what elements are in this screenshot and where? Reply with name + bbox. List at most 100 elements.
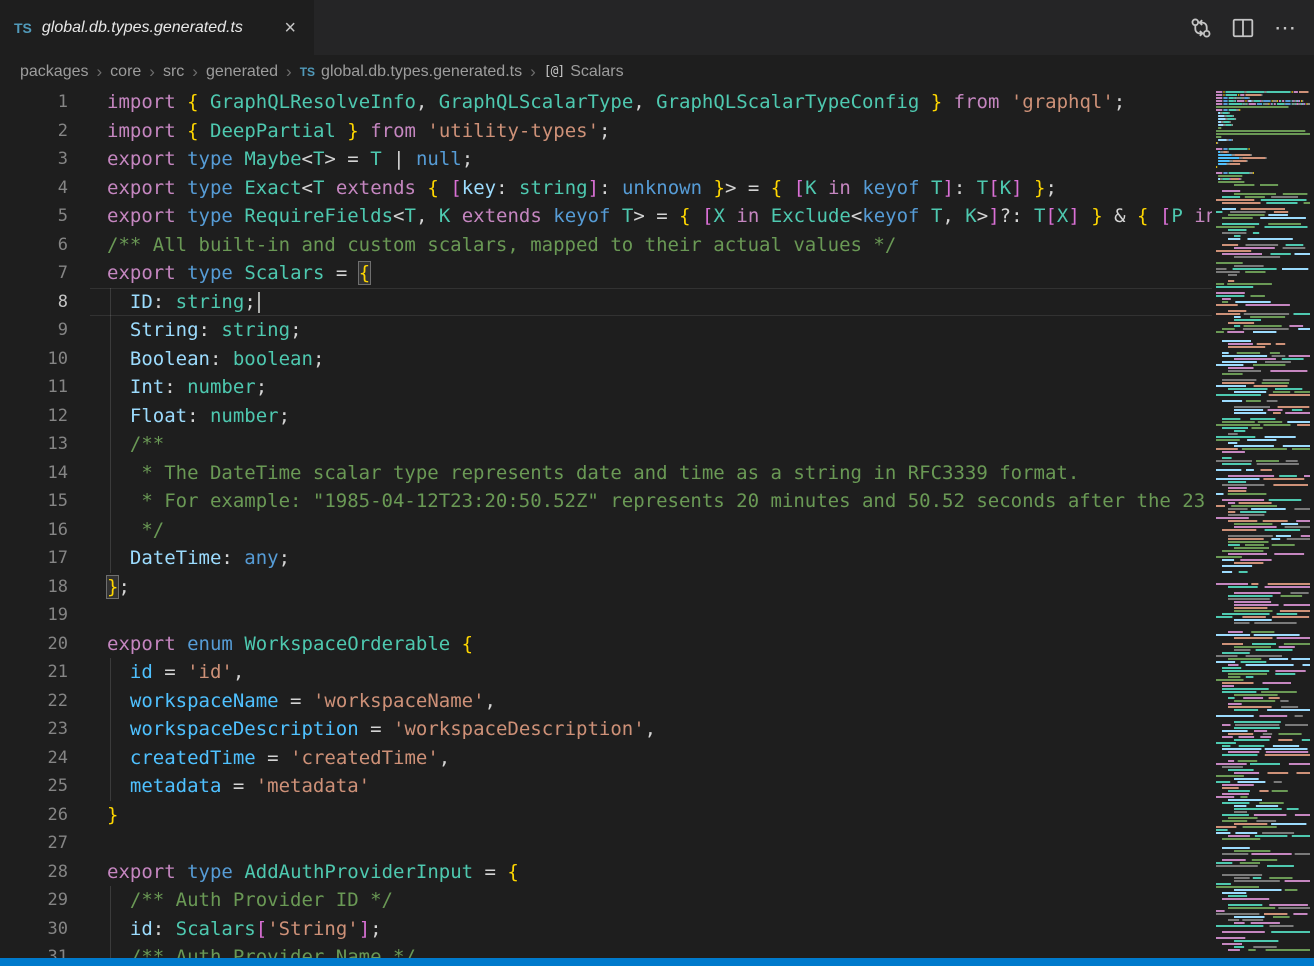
line-number[interactable]: 9 bbox=[0, 316, 90, 345]
line-number[interactable]: 27 bbox=[0, 829, 90, 858]
code-line-13[interactable]: 13 /** bbox=[0, 430, 1212, 459]
code-text: metadata = 'metadata' bbox=[90, 772, 1212, 801]
line-number[interactable]: 16 bbox=[0, 516, 90, 545]
code-text: export type Exact<T extends { [key: stri… bbox=[90, 174, 1212, 203]
code-text: }; bbox=[90, 573, 1212, 602]
line-number[interactable]: 6 bbox=[0, 231, 90, 260]
breadcrumb-label: packages bbox=[20, 63, 89, 81]
code-line-19[interactable]: 19 bbox=[0, 601, 1212, 630]
line-number[interactable]: 11 bbox=[0, 373, 90, 402]
code-line-29[interactable]: 29 /** Auth Provider ID */ bbox=[0, 886, 1212, 915]
code-line-2[interactable]: 2import { DeepPartial } from 'utility-ty… bbox=[0, 117, 1212, 146]
code-line-27[interactable]: 27 bbox=[0, 829, 1212, 858]
code-line-14[interactable]: 14 * The DateTime scalar type represents… bbox=[0, 459, 1212, 488]
symbol-type-icon: [@] bbox=[544, 64, 564, 79]
breadcrumb-separator: › bbox=[97, 62, 103, 82]
line-number[interactable]: 29 bbox=[0, 886, 90, 915]
code-text: id = 'id', bbox=[90, 658, 1212, 687]
code-line-28[interactable]: 28export type AddAuthProviderInput = { bbox=[0, 858, 1212, 887]
line-number[interactable]: 15 bbox=[0, 487, 90, 516]
code-text: Int: number; bbox=[90, 373, 1212, 402]
code-line-31[interactable]: 31 /** Auth Provider Name */ bbox=[0, 943, 1212, 958]
breadcrumb-item-generated[interactable]: generated bbox=[206, 63, 278, 81]
line-number[interactable]: 20 bbox=[0, 630, 90, 659]
code-text: /** bbox=[90, 430, 1212, 459]
code-line-8[interactable]: 8 ID: string; bbox=[0, 288, 1212, 317]
code-line-3[interactable]: 3export type Maybe<T> = T | null; bbox=[0, 145, 1212, 174]
code-line-18[interactable]: 18}; bbox=[0, 573, 1212, 602]
open-changes-icon[interactable] bbox=[1188, 15, 1214, 41]
code-text: export type AddAuthProviderInput = { bbox=[90, 858, 1212, 887]
line-number[interactable]: 2 bbox=[0, 117, 90, 146]
breadcrumb-label: Scalars bbox=[570, 63, 623, 81]
line-number[interactable]: 8 bbox=[0, 288, 90, 317]
line-number[interactable]: 28 bbox=[0, 858, 90, 887]
code-text: /** Auth Provider Name */ bbox=[90, 943, 1212, 958]
line-number[interactable]: 19 bbox=[0, 601, 90, 630]
code-line-10[interactable]: 10 Boolean: boolean; bbox=[0, 345, 1212, 374]
code-line-23[interactable]: 23 workspaceDescription = 'workspaceDesc… bbox=[0, 715, 1212, 744]
code-line-9[interactable]: 9 String: string; bbox=[0, 316, 1212, 345]
split-editor-icon[interactable] bbox=[1230, 15, 1256, 41]
code-text: import { GraphQLResolveInfo, GraphQLScal… bbox=[90, 88, 1212, 117]
line-number[interactable]: 3 bbox=[0, 145, 90, 174]
line-number[interactable]: 23 bbox=[0, 715, 90, 744]
code-line-30[interactable]: 30 id: Scalars['String']; bbox=[0, 915, 1212, 944]
line-number[interactable]: 26 bbox=[0, 801, 90, 830]
text-cursor bbox=[258, 292, 260, 313]
code-line-17[interactable]: 17 DateTime: any; bbox=[0, 544, 1212, 573]
line-number[interactable]: 1 bbox=[0, 88, 90, 117]
line-number[interactable]: 13 bbox=[0, 430, 90, 459]
more-actions-icon[interactable]: ⋯ bbox=[1272, 15, 1298, 41]
breadcrumb-label: core bbox=[110, 63, 141, 81]
line-number[interactable]: 7 bbox=[0, 259, 90, 288]
code-line-5[interactable]: 5export type RequireFields<T, K extends … bbox=[0, 202, 1212, 231]
code-line-21[interactable]: 21 id = 'id', bbox=[0, 658, 1212, 687]
breadcrumb-separator: › bbox=[530, 62, 536, 82]
code-line-12[interactable]: 12 Float: number; bbox=[0, 402, 1212, 431]
code-line-24[interactable]: 24 createdTime = 'createdTime', bbox=[0, 744, 1212, 773]
line-number[interactable]: 12 bbox=[0, 402, 90, 431]
tab-title: global.db.types.generated.ts bbox=[42, 19, 243, 37]
code-line-11[interactable]: 11 Int: number; bbox=[0, 373, 1212, 402]
breadcrumb-item-global-db-types-generated-ts[interactable]: TSglobal.db.types.generated.ts bbox=[300, 63, 522, 81]
code-line-25[interactable]: 25 metadata = 'metadata' bbox=[0, 772, 1212, 801]
code-line-26[interactable]: 26} bbox=[0, 801, 1212, 830]
line-number[interactable]: 4 bbox=[0, 174, 90, 203]
minimap-content bbox=[1212, 88, 1314, 958]
line-number[interactable]: 30 bbox=[0, 915, 90, 944]
code-text: createdTime = 'createdTime', bbox=[90, 744, 1212, 773]
code-line-22[interactable]: 22 workspaceName = 'workspaceName', bbox=[0, 687, 1212, 716]
code-line-15[interactable]: 15 * For example: "1985-04-12T23:20:50.5… bbox=[0, 487, 1212, 516]
tab-close-icon[interactable]: × bbox=[280, 16, 300, 40]
breadcrumb-separator: › bbox=[149, 62, 155, 82]
breadcrumb-item-src[interactable]: src bbox=[163, 63, 184, 81]
line-number[interactable]: 17 bbox=[0, 544, 90, 573]
code-editor[interactable]: 1import { GraphQLResolveInfo, GraphQLSca… bbox=[0, 88, 1212, 958]
code-line-6[interactable]: 6/** All built-in and custom scalars, ma… bbox=[0, 231, 1212, 260]
line-number[interactable]: 5 bbox=[0, 202, 90, 231]
breadcrumb-item-packages[interactable]: packages bbox=[20, 63, 89, 81]
code-text: /** Auth Provider ID */ bbox=[90, 886, 1212, 915]
breadcrumb-item-scalars[interactable]: [@] Scalars bbox=[544, 63, 624, 81]
line-number[interactable]: 14 bbox=[0, 459, 90, 488]
line-number[interactable]: 21 bbox=[0, 658, 90, 687]
breadcrumb-item-core[interactable]: core bbox=[110, 63, 141, 81]
line-number[interactable]: 31 bbox=[0, 943, 90, 958]
minimap[interactable] bbox=[1212, 88, 1314, 958]
code-line-20[interactable]: 20export enum WorkspaceOrderable { bbox=[0, 630, 1212, 659]
code-line-1[interactable]: 1import { GraphQLResolveInfo, GraphQLSca… bbox=[0, 88, 1212, 117]
line-number[interactable]: 22 bbox=[0, 687, 90, 716]
code-text: id: Scalars['String']; bbox=[90, 915, 1212, 944]
code-line-4[interactable]: 4export type Exact<T extends { [key: str… bbox=[0, 174, 1212, 203]
code-text: String: string; bbox=[90, 316, 1212, 345]
line-number[interactable]: 24 bbox=[0, 744, 90, 773]
tab-global-db-types-generated[interactable]: TS global.db.types.generated.ts × bbox=[0, 0, 314, 55]
line-number[interactable]: 10 bbox=[0, 345, 90, 374]
code-text: export type RequireFields<T, K extends k… bbox=[90, 202, 1212, 231]
line-number[interactable]: 25 bbox=[0, 772, 90, 801]
code-line-7[interactable]: 7export type Scalars = { bbox=[0, 259, 1212, 288]
line-number[interactable]: 18 bbox=[0, 573, 90, 602]
code-line-16[interactable]: 16 */ bbox=[0, 516, 1212, 545]
breadcrumb-label: global.db.types.generated.ts bbox=[321, 63, 522, 81]
